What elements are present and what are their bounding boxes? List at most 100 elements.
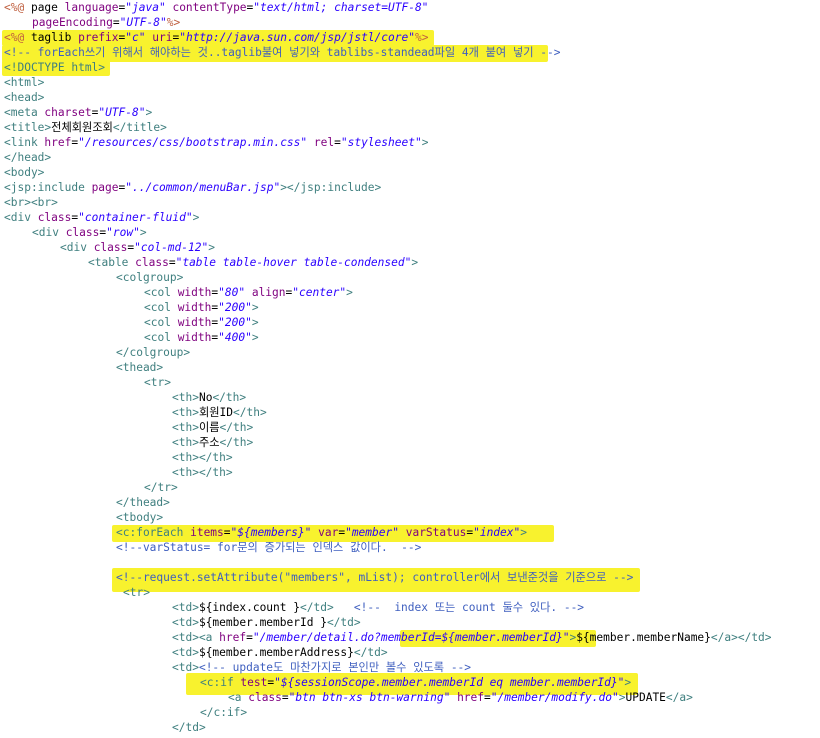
code-line[interactable]: <meta charset="UTF-8"> bbox=[4, 105, 152, 120]
code-token: width bbox=[177, 301, 212, 314]
code-line[interactable]: <th></th> bbox=[172, 465, 233, 480]
code-token: "/resources/css/bootstrap.min.css" bbox=[78, 136, 308, 149]
code-line[interactable]: pageEncoding="UTF-8"%> bbox=[32, 15, 180, 30]
code-token: 회원ID bbox=[198, 406, 234, 419]
code-line[interactable]: <!-- forEach쓰기 위해서 해야하는 것..taglib불여 넣기와 … bbox=[4, 45, 560, 60]
code-token: <link bbox=[4, 136, 45, 149]
code-line[interactable]: <c:if test="${sessionScope.member.member… bbox=[200, 675, 631, 690]
code-line[interactable]: </colgroup> bbox=[116, 345, 190, 360]
code-line[interactable]: <th>주소</th> bbox=[172, 435, 253, 450]
code-line[interactable]: <colgroup> bbox=[116, 270, 183, 285]
code-line[interactable]: </c:if> bbox=[200, 705, 247, 720]
code-line[interactable]: <html> bbox=[4, 75, 44, 90]
code-line[interactable]: <col width="80" align="center"> bbox=[144, 285, 353, 300]
code-line[interactable]: <th>No</th> bbox=[172, 390, 246, 405]
code-line[interactable]: <tr> bbox=[123, 585, 150, 600]
code-token: </td> bbox=[353, 646, 388, 659]
code-token: <tr> bbox=[123, 586, 150, 599]
code-line[interactable]: <tbody> bbox=[116, 510, 163, 525]
code-line[interactable]: <td>${member.memberId }</td> bbox=[172, 615, 361, 630]
code-token: ${member.memberId } bbox=[198, 616, 327, 629]
code-editor[interactable]: <%@ page language = "java" contentType = "te… bbox=[0, 0, 820, 738]
code-token: <!-- forEach쓰기 위해서 해야하는 것..taglib불여 넣기와 … bbox=[4, 46, 561, 59]
code-line[interactable]: <div class="row"> bbox=[32, 225, 147, 240]
code-line[interactable]: </head> bbox=[4, 150, 51, 165]
code-token: <jsp:include bbox=[4, 181, 92, 194]
code-line[interactable]: <c:forEach items="${members}" var="membe… bbox=[116, 525, 527, 540]
code-line[interactable]: <col width="400"> bbox=[144, 330, 259, 345]
code-token: <td> bbox=[172, 601, 199, 614]
code-line[interactable]: <a class="btn btn-xs btn-warning" href="… bbox=[228, 690, 693, 705]
code-token: </title> bbox=[112, 121, 167, 134]
code-token: <!-- index 또는 count 둘수 있다. --> bbox=[353, 601, 585, 614]
code-line[interactable]: <col width="200"> bbox=[144, 315, 259, 330]
code-line[interactable]: <link href = "/resources/css/bootstrap.min… bbox=[4, 135, 428, 150]
code-token: UPDATE bbox=[625, 691, 666, 704]
code-token: <th></th> bbox=[172, 451, 233, 464]
code-line[interactable]: <head> bbox=[4, 90, 44, 105]
code-token: <html> bbox=[4, 76, 45, 89]
code-line[interactable]: <td>${member.memberAddress}</td> bbox=[172, 645, 388, 660]
code-token: charset bbox=[44, 106, 92, 119]
code-token: page bbox=[91, 181, 119, 194]
code-line[interactable]: <tr> bbox=[144, 375, 171, 390]
code-line[interactable]: <th>이름</th> bbox=[172, 420, 253, 435]
code-token: </th> bbox=[219, 436, 254, 449]
code-line[interactable]: <br><br> bbox=[4, 195, 58, 210]
code-token: <c:forEach bbox=[116, 526, 191, 539]
code-token: </thead> bbox=[116, 496, 170, 509]
code-token: </head> bbox=[4, 151, 52, 164]
code-line[interactable]: <!DOCTYPE html> bbox=[4, 60, 105, 75]
code-token: "center" bbox=[292, 286, 347, 299]
code-line[interactable]: <%@ page language="java" contentType="te… bbox=[4, 0, 428, 15]
code-line[interactable]: <col width="200"> bbox=[144, 300, 259, 315]
code-token: "../common/menuBar.jsp" bbox=[125, 181, 281, 194]
code-token: <td><a bbox=[172, 631, 220, 644]
code-line[interactable]: <td><!-- update도 마찬가지로 본인만 볼수 있도록 --> bbox=[172, 660, 471, 675]
code-token: <th> bbox=[172, 421, 199, 434]
code-line[interactable]: </td> bbox=[172, 720, 206, 735]
code-token: align bbox=[251, 286, 286, 299]
code-token: href bbox=[219, 631, 247, 644]
code-token: = bbox=[281, 691, 289, 704]
code-token: <tbody> bbox=[116, 511, 164, 524]
code-token: width bbox=[177, 316, 212, 329]
code-token: <thead> bbox=[116, 361, 164, 374]
code-token: No bbox=[198, 391, 213, 404]
code-token: > bbox=[251, 331, 259, 344]
code-token: uri bbox=[152, 31, 173, 44]
code-token: class bbox=[248, 691, 282, 704]
code-line[interactable]: <td><a href="/member/detail.do?memberId=… bbox=[172, 630, 772, 645]
code-line[interactable]: <thead> bbox=[116, 360, 163, 375]
code-line[interactable]: <div class="col-md-12"> bbox=[60, 240, 215, 255]
code-token: </td> bbox=[326, 616, 361, 629]
code-line[interactable]: <title>전체회원조회</title> bbox=[4, 120, 167, 135]
code-line[interactable]: <th></th> bbox=[172, 450, 233, 465]
code-token: 주소 bbox=[198, 436, 220, 449]
code-line[interactable]: <div class="container-fluid"> bbox=[4, 210, 199, 225]
code-token: <th> bbox=[172, 406, 199, 419]
code-token: <th></th> bbox=[172, 466, 233, 479]
code-token: <col bbox=[144, 316, 178, 329]
code-line[interactable]: </thead> bbox=[116, 495, 170, 510]
code-line[interactable]: </tr> bbox=[144, 480, 178, 495]
code-token: = bbox=[223, 526, 231, 539]
code-token: "400" bbox=[218, 331, 252, 344]
code-token: </tr> bbox=[144, 481, 178, 494]
code-line[interactable]: <%@ taglib prefix="c" uri="http://java.s… bbox=[4, 30, 428, 45]
code-token: var bbox=[318, 526, 339, 539]
code-token: contentType bbox=[172, 1, 247, 14]
code-line[interactable]: <td>${index.count }</td> <!-- index 또는 c… bbox=[172, 600, 584, 615]
code-line[interactable]: <table class="table table-hover table-co… bbox=[88, 255, 418, 270]
code-token: "200" bbox=[218, 301, 252, 314]
code-token: class bbox=[65, 226, 100, 239]
code-line[interactable]: <!--varStatus= for문의 증가되는 인덱스 값이다. --> bbox=[116, 540, 421, 555]
code-token: > bbox=[139, 226, 147, 239]
code-line[interactable]: <th>회원ID</th> bbox=[172, 405, 267, 420]
code-token: > bbox=[251, 301, 259, 314]
code-line[interactable]: <jsp:include page="../common/menuBar.jsp… bbox=[4, 180, 381, 195]
code-line[interactable]: <body> bbox=[4, 165, 44, 180]
code-line[interactable]: <!--request.setAttribute("members", mLis… bbox=[116, 570, 633, 585]
